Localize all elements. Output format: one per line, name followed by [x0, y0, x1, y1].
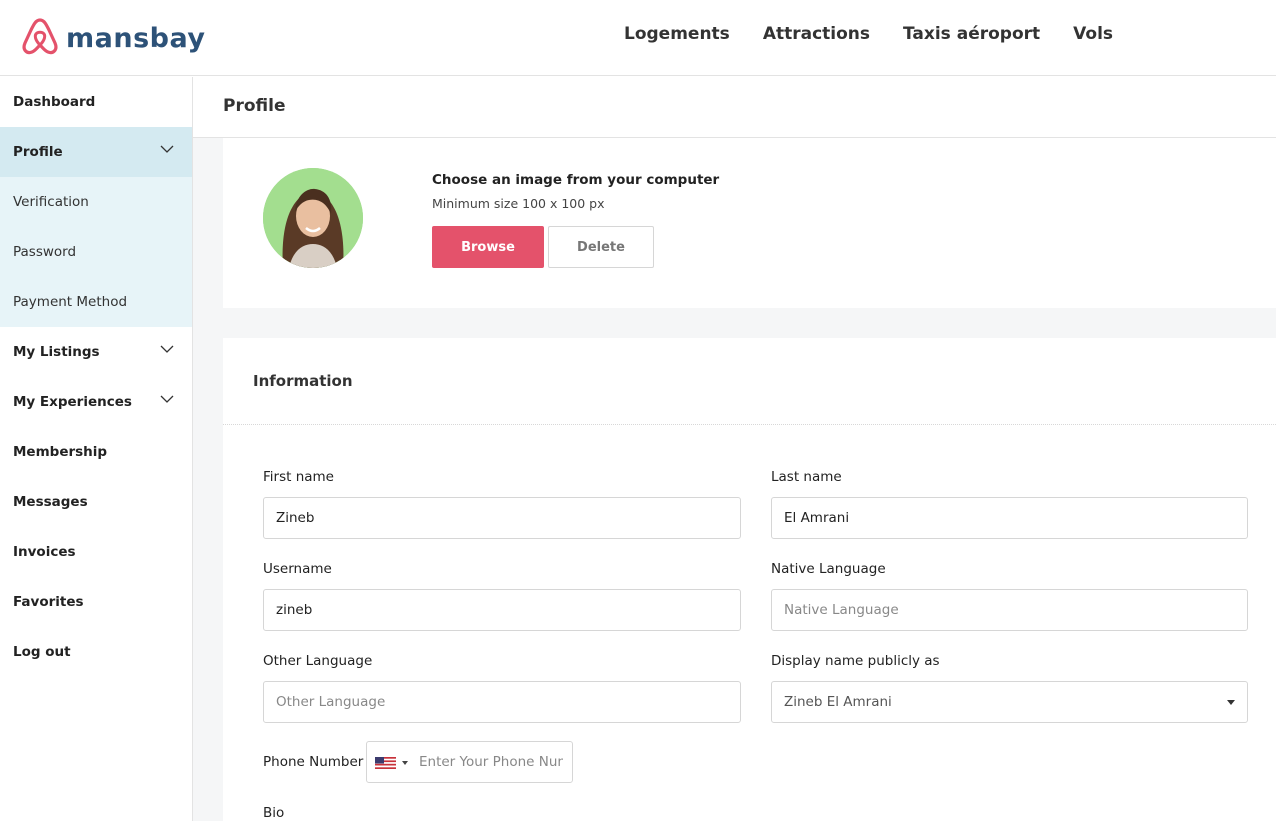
logo-icon: [22, 17, 58, 59]
display-name-select[interactable]: Zineb El Amrani: [771, 681, 1248, 723]
nav-attractions[interactable]: Attractions: [763, 24, 870, 44]
sidebar-item-label: Messages: [13, 494, 88, 510]
sidebar-item-label: My Experiences: [13, 394, 132, 410]
nav-logements[interactable]: Logements: [624, 24, 730, 44]
sidebar-item-payment-method[interactable]: Payment Method: [0, 277, 192, 327]
sidebar-item-profile[interactable]: Profile: [0, 127, 192, 177]
sidebar-item-label: Membership: [13, 444, 108, 460]
top-nav: Logements Attractions Taxis aéroport Vol…: [624, 24, 1146, 44]
phone-number-input[interactable]: [411, 742, 571, 782]
native-language-label: Native Language: [771, 561, 886, 577]
phone-number-label: Phone Number: [263, 754, 364, 770]
sidebar-item-label: Dashboard: [13, 94, 96, 110]
sidebar: Dashboard Profile Verification Password …: [0, 77, 193, 821]
sidebar-item-password[interactable]: Password: [0, 227, 192, 277]
brand-name: mansbay: [66, 22, 206, 54]
chevron-down-icon: [160, 345, 174, 359]
last-name-label: Last name: [771, 469, 842, 485]
page-title: Profile: [223, 96, 286, 116]
sidebar-item-label: Invoices: [13, 544, 76, 560]
caret-down-icon: [1227, 700, 1235, 705]
sidebar-item-label: Password: [13, 244, 77, 260]
sidebar-item-label: Verification: [13, 194, 89, 210]
delete-button[interactable]: Delete: [548, 226, 654, 268]
sidebar-item-messages[interactable]: Messages: [0, 477, 192, 527]
sidebar-item-verification[interactable]: Verification: [0, 177, 192, 227]
avatar: [263, 168, 363, 268]
sidebar-item-my-listings[interactable]: My Listings: [0, 327, 192, 377]
browse-button[interactable]: Browse: [432, 226, 544, 268]
upload-hint: Minimum size 100 x 100 px: [432, 196, 605, 211]
sidebar-item-label: My Listings: [13, 344, 100, 360]
top-header: mansbay Logements Attractions Taxis aéro…: [0, 0, 1276, 76]
sidebar-item-invoices[interactable]: Invoices: [0, 527, 192, 577]
nav-taxis-aeroport[interactable]: Taxis aéroport: [903, 24, 1040, 44]
sidebar-item-dashboard[interactable]: Dashboard: [0, 77, 192, 127]
first-name-label: First name: [263, 469, 334, 485]
sidebar-item-label: Log out: [13, 644, 71, 660]
username-label: Username: [263, 561, 332, 577]
sidebar-item-label: Profile: [13, 144, 63, 160]
phone-number-field: [366, 741, 573, 783]
native-language-input[interactable]: [771, 589, 1248, 631]
information-title: Information: [253, 372, 353, 390]
sidebar-item-my-experiences[interactable]: My Experiences: [0, 377, 192, 427]
username-input[interactable]: [263, 589, 741, 631]
last-name-input[interactable]: [771, 497, 1248, 539]
information-card: Information First name Last name Usernam…: [223, 338, 1276, 821]
avatar-card: Choose an image from your computer Minim…: [223, 138, 1276, 308]
nav-vols[interactable]: Vols: [1073, 24, 1113, 44]
bio-label: Bio: [263, 805, 285, 821]
sidebar-item-log-out[interactable]: Log out: [0, 627, 192, 677]
avatar-photo-icon: [263, 168, 363, 268]
other-language-label: Other Language: [263, 653, 373, 669]
sidebar-item-label: Favorites: [13, 594, 84, 610]
brand-logo[interactable]: mansbay: [22, 17, 205, 59]
sidebar-item-label: Payment Method: [13, 294, 128, 310]
first-name-input[interactable]: [263, 497, 741, 539]
us-flag-icon[interactable]: [375, 757, 396, 769]
chevron-down-icon: [160, 145, 174, 159]
upload-title: Choose an image from your computer: [432, 172, 720, 188]
chevron-down-icon: [160, 395, 174, 409]
page-header: Profile: [193, 77, 1276, 138]
profile-submenu: Verification Password Payment Method: [0, 177, 192, 327]
display-name-value: Zineb El Amrani: [784, 694, 892, 710]
country-caret-icon[interactable]: [402, 761, 408, 765]
main-content: Profile Choose an image from your comput…: [193, 77, 1276, 821]
sidebar-item-membership[interactable]: Membership: [0, 427, 192, 477]
sidebar-item-favorites[interactable]: Favorites: [0, 577, 192, 627]
information-header: Information: [223, 338, 1276, 425]
other-language-input[interactable]: [263, 681, 741, 723]
display-name-label: Display name publicly as: [771, 653, 940, 669]
